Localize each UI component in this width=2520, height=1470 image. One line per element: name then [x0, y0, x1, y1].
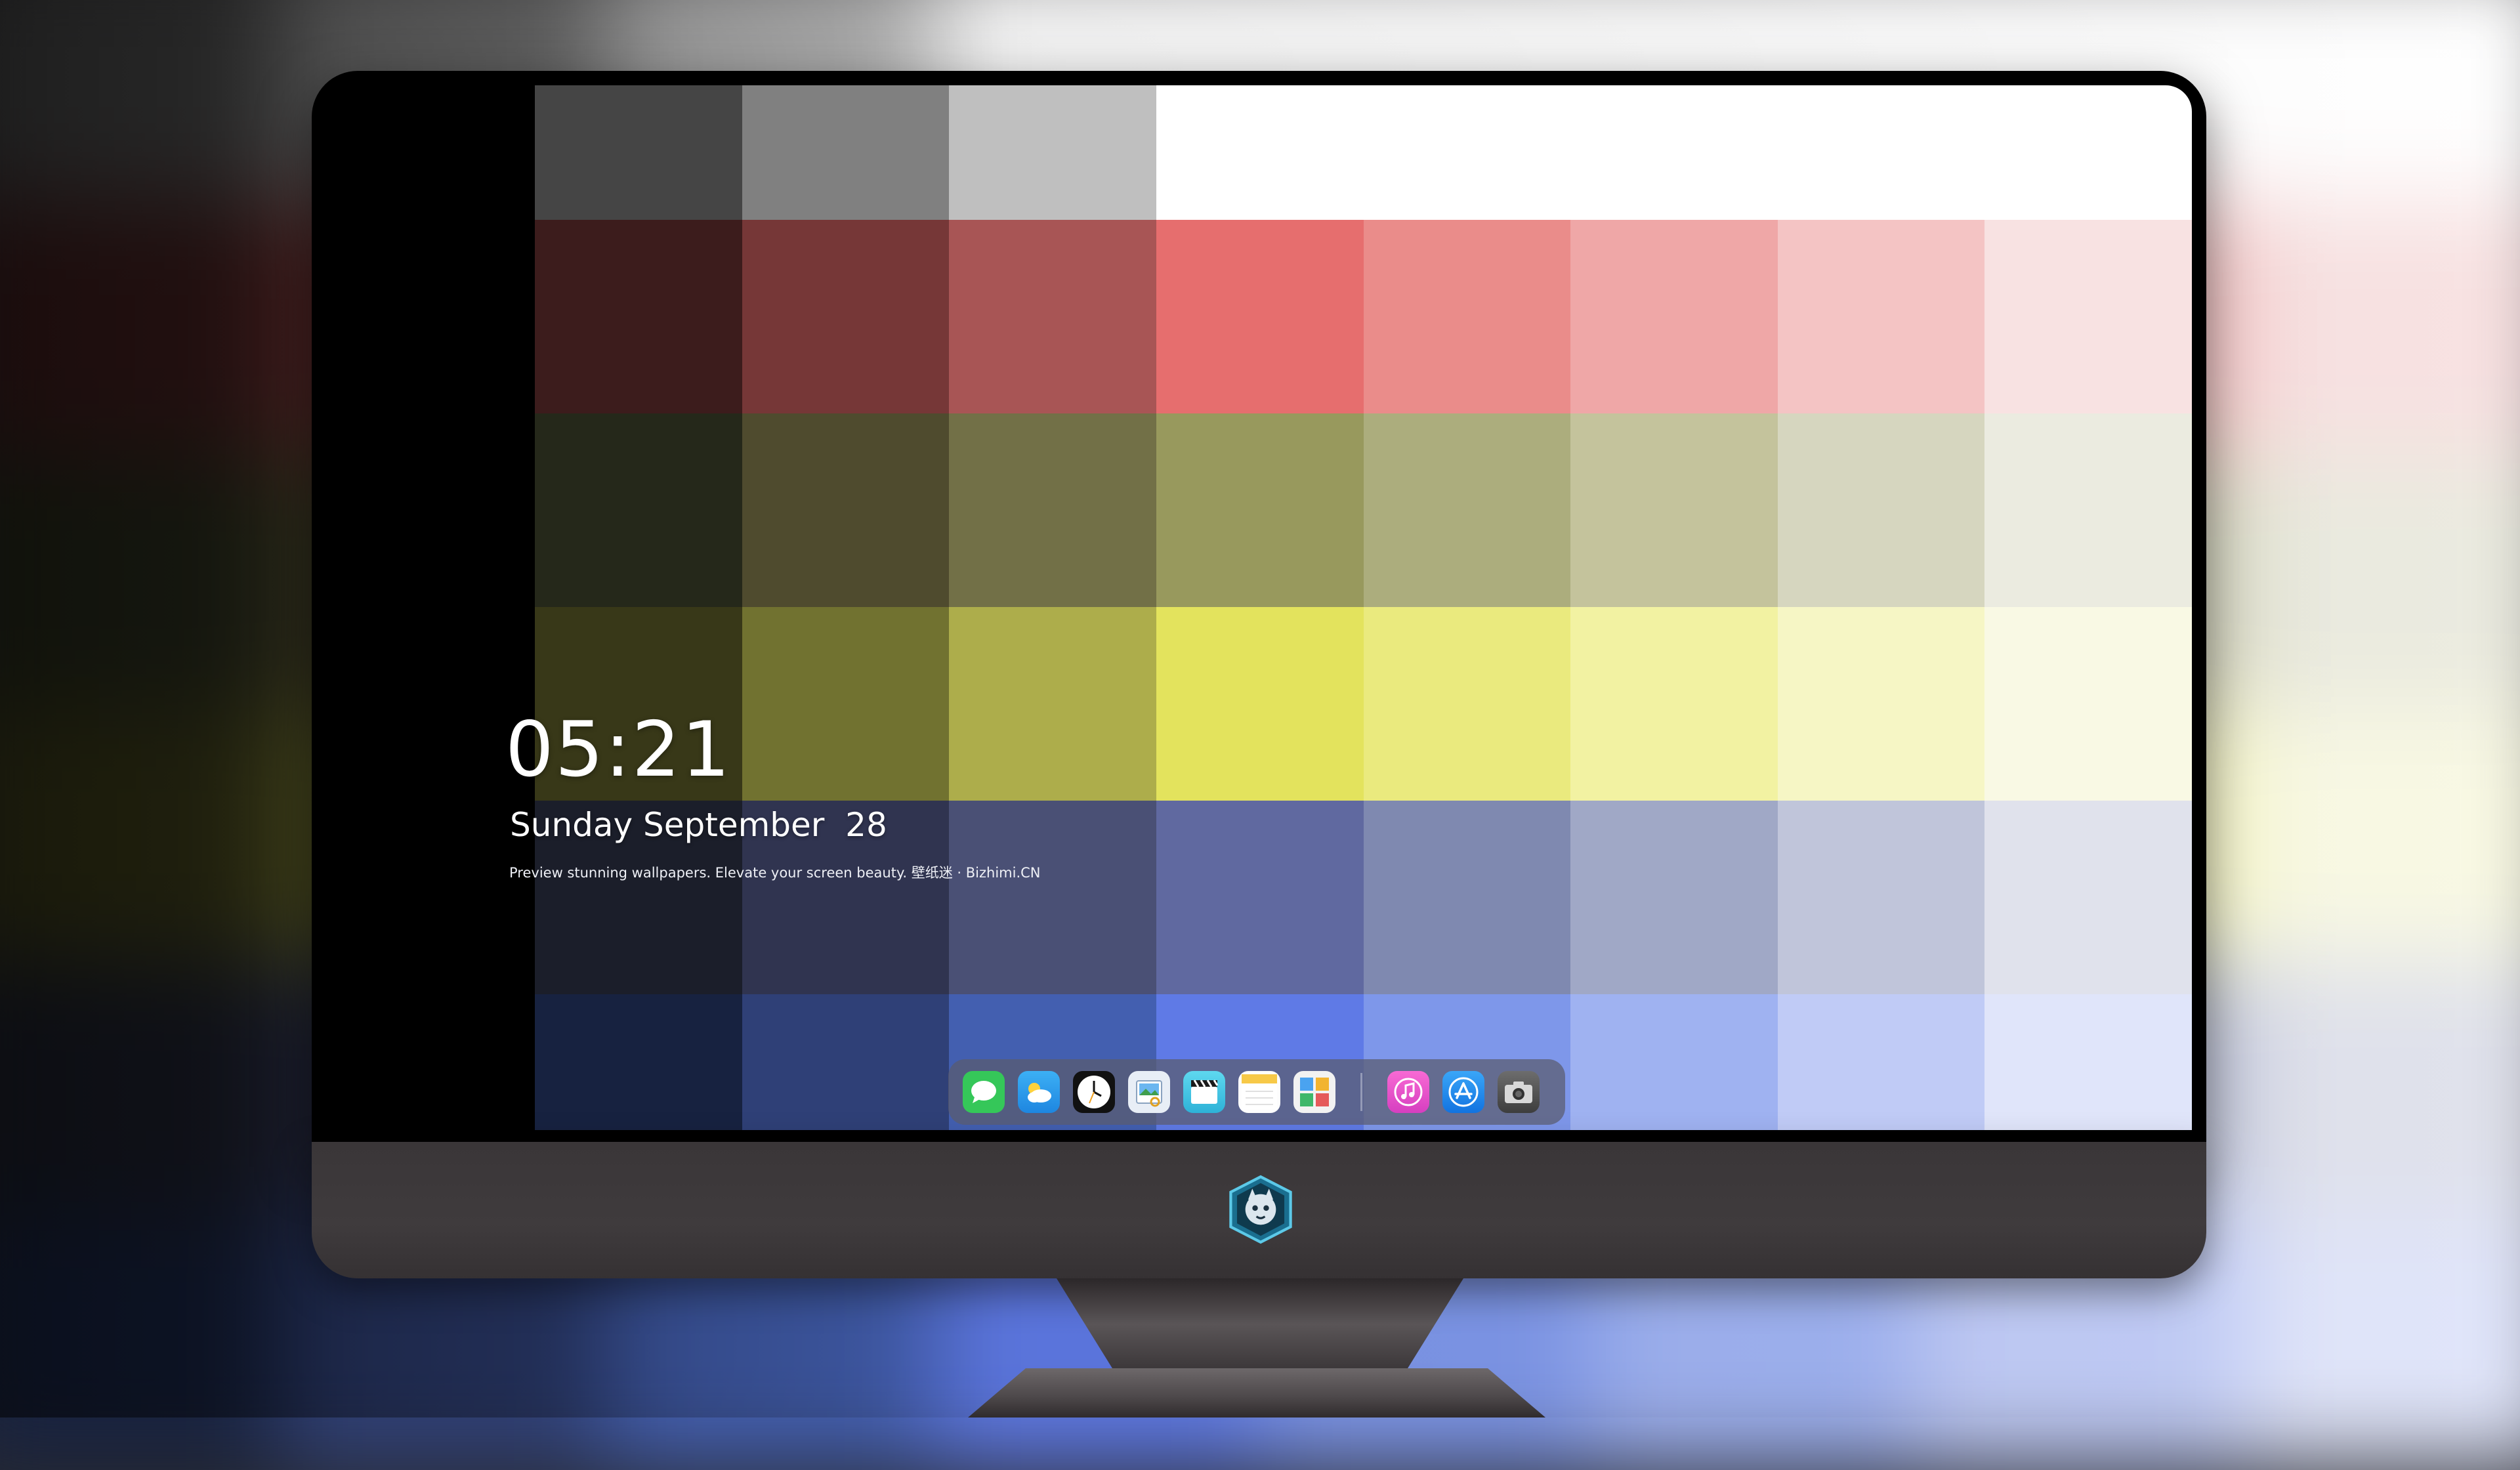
lockscreen-time: 05:21: [505, 705, 732, 794]
monitor-stand-neck: [1057, 1278, 1463, 1370]
lockscreen-tagline: Preview stunning wallpapers. Elevate you…: [509, 865, 1041, 881]
swatch-cell: [949, 85, 1156, 220]
swatch-cell: [1156, 801, 1364, 994]
swatch-cell: [1984, 220, 2192, 413]
swatch-cell: [1363, 85, 1571, 220]
messages-icon[interactable]: [963, 1071, 1005, 1113]
swatch-cell: [1363, 413, 1571, 607]
swatch-cell: [1570, 413, 1778, 607]
swatch-cell: [1984, 994, 2192, 1130]
swatch-cell: [1570, 607, 1778, 801]
swatch-cell: [1570, 994, 1778, 1130]
swatch-cell: [1777, 220, 1985, 413]
swatch-cell: [1777, 801, 1985, 994]
swatch-cell: [1570, 801, 1778, 994]
swatch-cell: [1777, 994, 1985, 1130]
swatch-cell: [1363, 801, 1571, 994]
swatch-cell: [1984, 85, 2192, 220]
music-icon[interactable]: [1387, 1071, 1429, 1113]
swatch-cell: [535, 994, 742, 1130]
swatch-cell: [949, 413, 1156, 607]
clips-icon[interactable]: [1183, 1071, 1225, 1113]
brand-logo-icon: [1229, 1175, 1292, 1244]
swatch-cell: [1363, 220, 1571, 413]
lockscreen-date: Sunday September 28: [510, 806, 887, 844]
swatch-cell: [1570, 85, 1778, 220]
swatch-cell: [1777, 607, 1985, 801]
swatch-cell: [1777, 413, 1985, 607]
swatch-cell: [1363, 607, 1571, 801]
swatch-cell: [742, 413, 950, 607]
swatch-cell: [535, 220, 742, 413]
swatch-cell: [742, 994, 950, 1130]
photo-grid-icon[interactable]: [1293, 1071, 1335, 1113]
swatch-cell: [1984, 607, 2192, 801]
swatch-cell: [949, 220, 1156, 413]
dock-separator: [1360, 1073, 1362, 1111]
swatch-cell: [1156, 220, 1364, 413]
dock: [948, 1059, 1565, 1125]
clock-icon[interactable]: [1073, 1071, 1115, 1113]
swatch-cell: [742, 607, 950, 801]
swatch-cell: [1984, 413, 2192, 607]
swatch-cell: [949, 607, 1156, 801]
swatch-cell: [1570, 220, 1778, 413]
swatch-cell: [742, 220, 950, 413]
monitor-bezel: [312, 71, 2206, 1147]
app-store-icon[interactable]: [1442, 1071, 1484, 1113]
color-swatch-wallpaper: [535, 85, 2192, 1130]
preview-icon[interactable]: [1128, 1071, 1170, 1113]
camera-icon[interactable]: [1498, 1071, 1540, 1113]
monitor-stand-base: [968, 1368, 1545, 1418]
swatch-cell: [1156, 85, 1364, 220]
swatch-cell: [1156, 413, 1364, 607]
swatch-cell: [1156, 607, 1364, 801]
weather-icon[interactable]: [1018, 1071, 1060, 1113]
swatch-cell: [535, 85, 742, 220]
swatch-cell: [1984, 801, 2192, 994]
swatch-cell: [535, 413, 742, 607]
swatch-cell: [742, 85, 950, 220]
swatch-cell: [949, 801, 1156, 994]
swatch-cell: [1777, 85, 1985, 220]
notes-icon[interactable]: [1238, 1071, 1280, 1113]
monitor-screen: [535, 85, 2192, 1130]
